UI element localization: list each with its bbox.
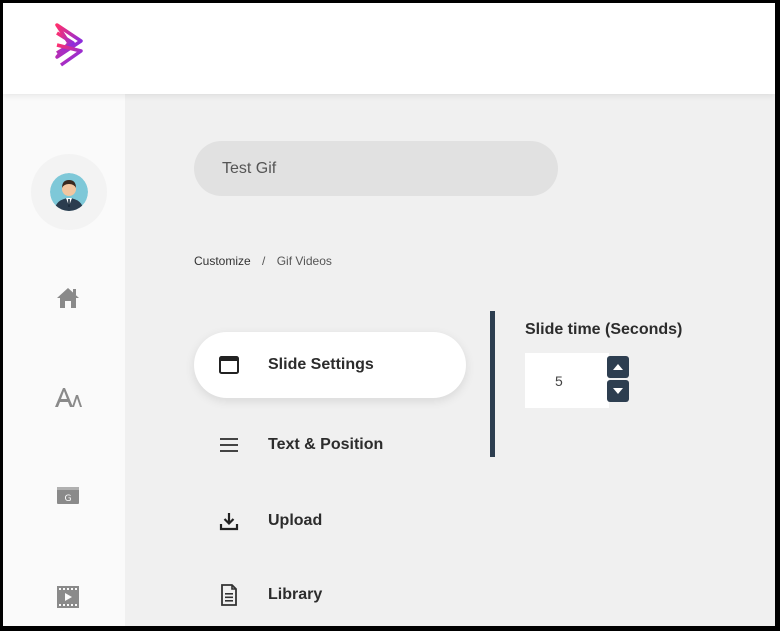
slide-time-label: Slide time (Seconds) <box>525 321 683 338</box>
menu-item-label: Library <box>268 586 323 603</box>
app-window: G Customize / Gif Vide <box>3 3 775 626</box>
menu-item-text-position[interactable]: Text & Position <box>194 412 466 478</box>
breadcrumb-separator: / <box>262 254 266 268</box>
top-header <box>3 3 775 94</box>
menu-item-library[interactable]: Library <box>194 562 466 626</box>
avatar <box>50 173 88 211</box>
breadcrumb-parent[interactable]: Customize <box>194 254 251 268</box>
project-name-input[interactable] <box>194 141 558 196</box>
play-arrow-logo-icon[interactable] <box>51 21 87 67</box>
left-sidebar: G <box>3 94 125 626</box>
menu-item-label: Slide Settings <box>268 356 374 373</box>
decrement-button[interactable] <box>607 380 629 402</box>
menu-item-label: Text & Position <box>268 436 384 453</box>
caret-down-icon <box>613 388 623 394</box>
caret-up-icon <box>613 364 623 370</box>
svg-text:G: G <box>65 494 72 504</box>
panel-divider <box>490 311 495 457</box>
hamburger-icon <box>218 434 240 456</box>
document-icon <box>218 584 240 606</box>
menu-item-slide-settings[interactable]: Slide Settings <box>194 332 466 398</box>
main-content: Customize / Gif Videos Slide Settings <box>125 94 775 626</box>
font-icon[interactable] <box>53 385 83 411</box>
menu-item-upload[interactable]: Upload <box>194 488 466 554</box>
video-icon[interactable] <box>56 584 80 610</box>
breadcrumb-current: Gif Videos <box>276 254 332 268</box>
user-avatar[interactable] <box>31 154 107 230</box>
increment-button[interactable] <box>607 356 629 378</box>
slide-time-input[interactable] <box>525 353 609 408</box>
breadcrumb: Customize / Gif Videos <box>194 254 332 268</box>
home-icon[interactable] <box>55 286 81 310</box>
window-icon <box>218 354 240 376</box>
download-icon <box>218 510 240 532</box>
gif-icon[interactable]: G <box>56 484 80 506</box>
menu-item-label: Upload <box>268 512 323 529</box>
